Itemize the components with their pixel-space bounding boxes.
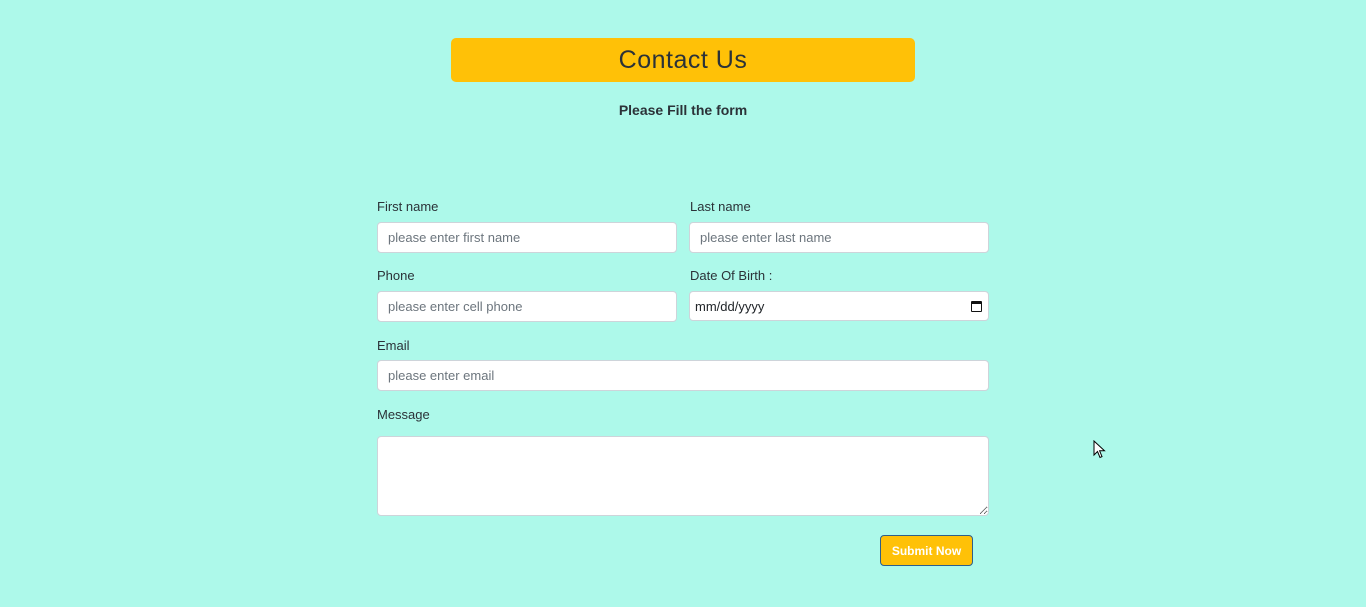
mouse-cursor-icon <box>1093 440 1106 459</box>
email-input[interactable] <box>377 360 989 391</box>
phone-label: Phone <box>377 268 415 283</box>
message-label: Message <box>377 407 430 422</box>
dob-label: Date Of Birth : <box>690 268 773 283</box>
submit-button[interactable]: Submit Now <box>880 535 973 566</box>
contact-page: Contact Us Please Fill the form First na… <box>0 0 1366 607</box>
form-subtitle: Please Fill the form <box>618 102 748 118</box>
phone-input[interactable] <box>377 291 677 322</box>
calendar-icon[interactable] <box>971 300 982 312</box>
first-name-input[interactable] <box>377 222 677 253</box>
message-textarea[interactable] <box>377 436 989 516</box>
last-name-input[interactable] <box>689 222 989 253</box>
dob-date-input[interactable]: mm/dd/yyyy <box>689 291 989 321</box>
last-name-label: Last name <box>690 199 751 214</box>
page-title: Contact Us <box>451 38 915 82</box>
email-label: Email <box>377 338 410 353</box>
dob-value: mm/dd/yyyy <box>695 298 765 314</box>
first-name-label: First name <box>377 199 439 214</box>
